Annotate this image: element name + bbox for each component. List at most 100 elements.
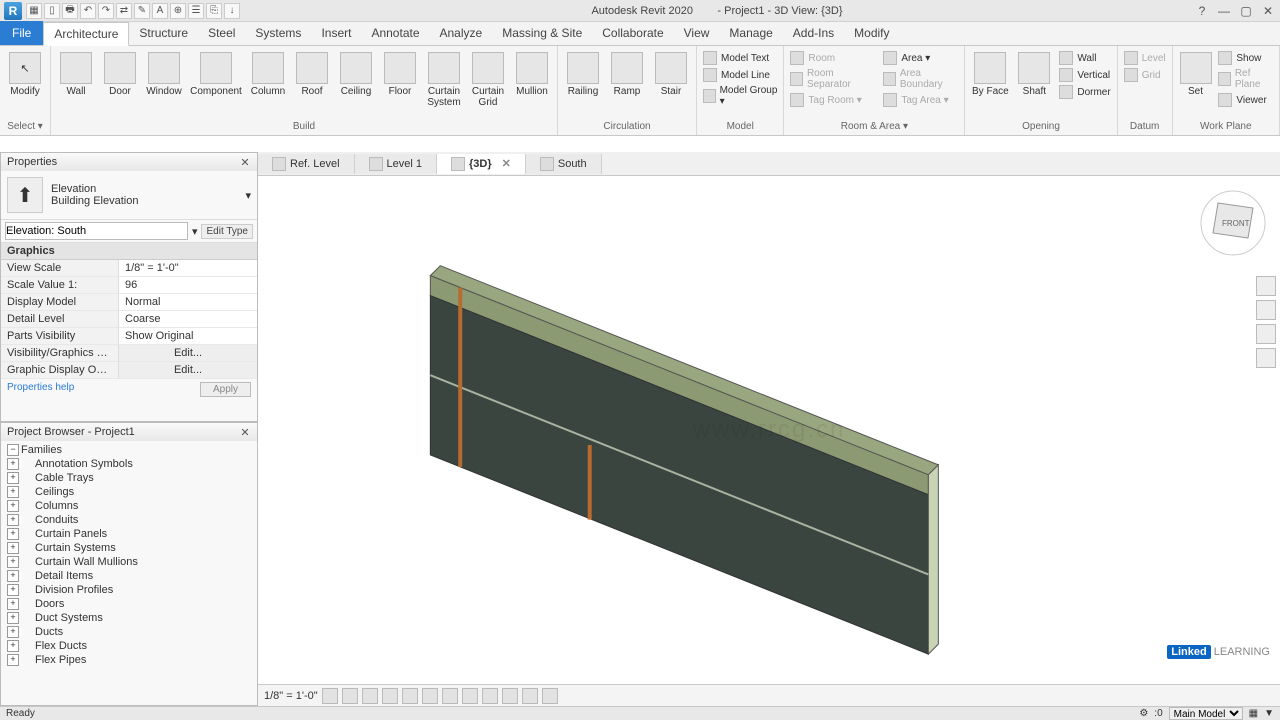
lock-icon[interactable] bbox=[462, 688, 478, 704]
area-boundary-button[interactable]: Area Boundary bbox=[881, 67, 960, 91]
constraints-icon[interactable] bbox=[542, 688, 558, 704]
qat-icon[interactable]: ☰ bbox=[188, 3, 204, 19]
qat-icon[interactable]: ⊕ bbox=[170, 3, 186, 19]
railing-button[interactable]: Railing bbox=[562, 50, 604, 99]
qat-icon[interactable]: ⎘ bbox=[206, 3, 222, 19]
tree-node[interactable]: Cable Trays bbox=[5, 471, 253, 485]
view-tab[interactable]: Level 1 bbox=[355, 154, 437, 174]
tree-node[interactable]: Curtain Wall Mullions bbox=[5, 555, 253, 569]
tree-node[interactable]: Duct Systems bbox=[5, 611, 253, 625]
type-selector[interactable]: ⬆ ElevationBuilding Elevation ▾ bbox=[1, 171, 257, 220]
rendering-icon[interactable] bbox=[402, 688, 418, 704]
close-icon[interactable]: ✕ bbox=[1260, 3, 1276, 19]
qat-icon[interactable]: ✎ bbox=[134, 3, 150, 19]
tab-manage[interactable]: Manage bbox=[719, 21, 782, 45]
tree-node[interactable]: Doors bbox=[5, 597, 253, 611]
tab-steel[interactable]: Steel bbox=[198, 21, 245, 45]
viewer-button[interactable]: Viewer bbox=[1216, 92, 1275, 108]
minimize-icon[interactable]: — bbox=[1216, 3, 1232, 19]
tree-node[interactable]: Curtain Systems bbox=[5, 541, 253, 555]
view-tab[interactable]: South bbox=[526, 154, 602, 174]
tree-node[interactable]: Division Profiles bbox=[5, 583, 253, 597]
qat-save-icon[interactable]: 🖶 bbox=[62, 3, 78, 19]
qat-redo-icon[interactable]: ↷ bbox=[98, 3, 114, 19]
model-line-button[interactable]: Model Line bbox=[701, 67, 779, 83]
stair-button[interactable]: Stair bbox=[650, 50, 692, 99]
chevron-down-icon[interactable]: ▾ bbox=[245, 189, 251, 202]
qat-icon[interactable]: ▦ bbox=[26, 3, 42, 19]
tree-node-families[interactable]: Families bbox=[5, 443, 253, 457]
model-group-button[interactable]: Model Group ▾ bbox=[701, 84, 779, 108]
tree-node[interactable]: Flex Ducts bbox=[5, 639, 253, 653]
tab-addins[interactable]: Add-Ins bbox=[783, 21, 844, 45]
edit-button[interactable]: Edit... bbox=[119, 362, 257, 378]
close-panel-icon[interactable]: ✕ bbox=[239, 426, 251, 438]
edit-button[interactable]: Edit... bbox=[119, 345, 257, 361]
view-scale[interactable]: 1/8" = 1'-0" bbox=[264, 690, 318, 702]
qat-icon[interactable]: ▯ bbox=[44, 3, 60, 19]
tree-node[interactable]: Annotation Symbols bbox=[5, 457, 253, 471]
vertical-button[interactable]: Vertical bbox=[1057, 67, 1112, 83]
tree-node[interactable]: Curtain Panels bbox=[5, 527, 253, 541]
project-tree[interactable]: Families Annotation Symbols Cable Trays … bbox=[1, 441, 257, 669]
room-button[interactable]: Room bbox=[788, 50, 873, 66]
qat-text-icon[interactable]: A bbox=[152, 3, 168, 19]
roof-button[interactable]: Roof bbox=[291, 50, 333, 99]
prop-value[interactable]: Normal bbox=[119, 294, 257, 310]
apply-button[interactable]: Apply bbox=[200, 382, 251, 397]
ref-plane-button[interactable]: Ref Plane bbox=[1216, 67, 1275, 91]
qat-print-icon[interactable]: ⇄ bbox=[116, 3, 132, 19]
prop-value[interactable]: Coarse bbox=[119, 311, 257, 327]
tree-node[interactable]: Detail Items bbox=[5, 569, 253, 583]
view-tab-active[interactable]: {3D}✕ bbox=[437, 154, 526, 174]
curtain-system-button[interactable]: Curtain System bbox=[423, 50, 465, 110]
3d-viewport[interactable]: FRONT www.rrcg.cn Linked LEARNING bbox=[258, 176, 1280, 684]
file-tab[interactable]: File bbox=[0, 21, 43, 45]
tab-modify[interactable]: Modify bbox=[844, 21, 899, 45]
tree-node[interactable]: Columns bbox=[5, 499, 253, 513]
select-dropdown[interactable]: Select ▾ bbox=[4, 119, 46, 135]
curtain-grid-button[interactable]: Curtain Grid bbox=[467, 50, 509, 110]
maximize-icon[interactable]: ▢ bbox=[1238, 3, 1254, 19]
temp-hide-icon[interactable] bbox=[482, 688, 498, 704]
detail-level-icon[interactable] bbox=[322, 688, 338, 704]
set-button[interactable]: Set bbox=[1177, 50, 1215, 99]
tag-area-button[interactable]: Tag Area ▾ bbox=[881, 92, 960, 108]
component-button[interactable]: Component bbox=[187, 50, 245, 99]
tab-analyze[interactable]: Analyze bbox=[430, 21, 493, 45]
floor-button[interactable]: Floor bbox=[379, 50, 421, 99]
reveal-icon[interactable] bbox=[502, 688, 518, 704]
shadows-icon[interactable] bbox=[382, 688, 398, 704]
tab-systems[interactable]: Systems bbox=[245, 21, 311, 45]
properties-help-link[interactable]: Properties help bbox=[7, 382, 74, 397]
area-button[interactable]: Area ▾ bbox=[881, 50, 960, 66]
tab-massing-site[interactable]: Massing & Site bbox=[492, 21, 592, 45]
prop-value[interactable]: 1/8" = 1'-0" bbox=[119, 260, 257, 276]
tab-insert[interactable]: Insert bbox=[311, 21, 361, 45]
sun-path-icon[interactable] bbox=[362, 688, 378, 704]
orbit-icon[interactable] bbox=[1256, 348, 1276, 368]
visual-style-icon[interactable] bbox=[342, 688, 358, 704]
filter-icon[interactable]: ▼ bbox=[1264, 708, 1274, 719]
main-model-select[interactable]: Main Model bbox=[1169, 707, 1243, 720]
category-header[interactable]: Graphics bbox=[1, 243, 257, 260]
viewcube[interactable]: FRONT bbox=[1198, 188, 1268, 258]
steering-wheel-icon[interactable] bbox=[1256, 276, 1276, 296]
view-tab[interactable]: Ref. Level bbox=[258, 154, 355, 174]
level-button[interactable]: Level bbox=[1122, 50, 1168, 66]
crop-region-icon[interactable] bbox=[442, 688, 458, 704]
window-button[interactable]: Window bbox=[143, 50, 185, 99]
tree-node[interactable]: Flex Pipes bbox=[5, 653, 253, 667]
help-icon[interactable]: ? bbox=[1194, 3, 1210, 19]
pan-icon[interactable] bbox=[1256, 300, 1276, 320]
by-face-button[interactable]: By Face bbox=[969, 50, 1011, 99]
grid-button[interactable]: Grid bbox=[1122, 67, 1168, 83]
tab-annotate[interactable]: Annotate bbox=[361, 21, 429, 45]
tab-view[interactable]: View bbox=[674, 21, 720, 45]
wall-button[interactable]: Wall bbox=[55, 50, 97, 99]
qat-dropdown-icon[interactable]: ↓ bbox=[224, 3, 240, 19]
ceiling-button[interactable]: Ceiling bbox=[335, 50, 377, 99]
shaft-button[interactable]: Shaft bbox=[1013, 50, 1055, 99]
column-button[interactable]: Column bbox=[247, 50, 289, 99]
model-text-button[interactable]: Model Text bbox=[701, 50, 779, 66]
